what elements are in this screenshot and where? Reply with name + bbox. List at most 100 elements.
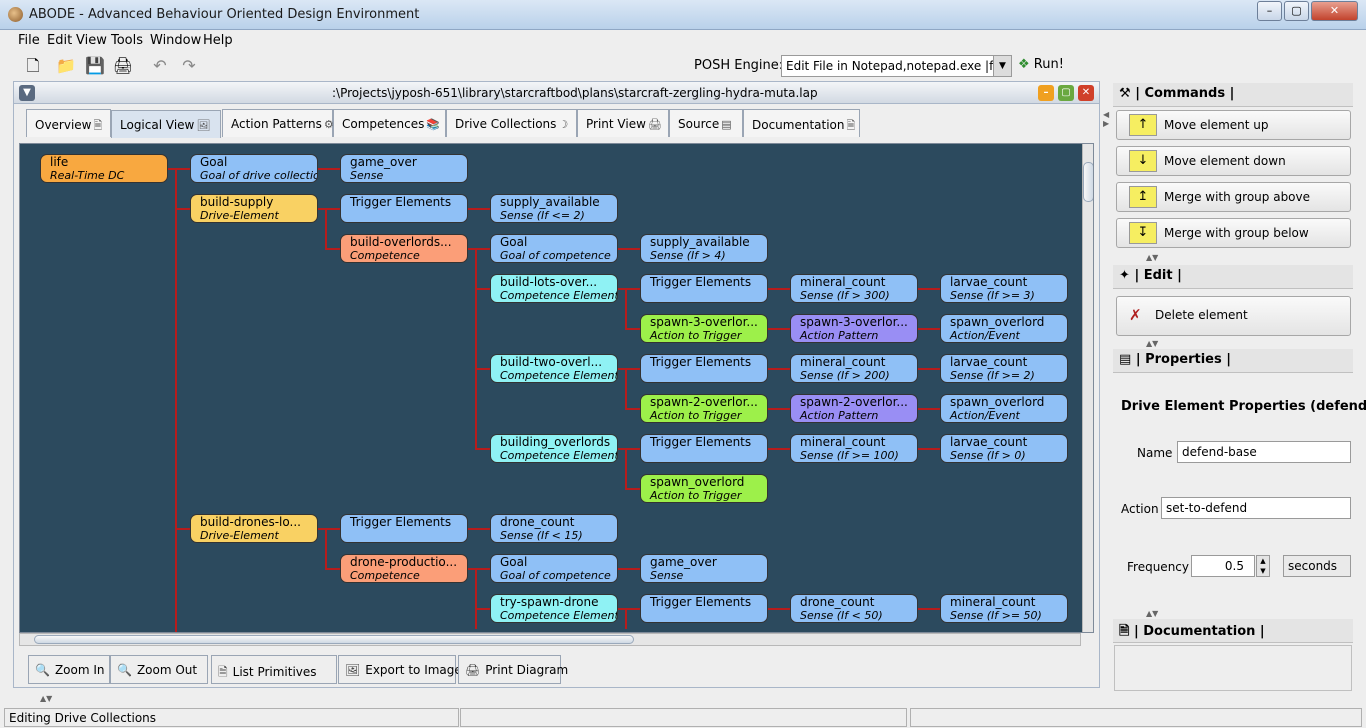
print-icon[interactable]: 🖨: [112, 56, 134, 76]
tab-logical-view[interactable]: Logical View 🖼: [111, 110, 221, 138]
frequency-spinner[interactable]: 0.5: [1191, 555, 1255, 577]
tree-node-trig2[interactable]: Trigger Elements: [640, 274, 768, 303]
tree-node-supply-avail1[interactable]: supply_available Sense (If <= 2): [490, 194, 618, 223]
redo-icon[interactable]: ↷: [178, 56, 200, 76]
tree-node-trig6[interactable]: Trigger Elements: [640, 594, 768, 623]
run-button[interactable]: ❖ Run!: [1018, 57, 1064, 72]
menu-help[interactable]: Help: [203, 33, 233, 48]
splitter-arrows-icon[interactable]: ▲▼: [40, 694, 52, 703]
tree-node-spawn-ov2[interactable]: spawn_overlord Action/Event: [940, 394, 1068, 423]
posh-engine-select[interactable]: Edit File in Notepad,notepad.exe |file| …: [781, 55, 1012, 77]
menu-tools[interactable]: Tools: [111, 33, 143, 48]
menu-edit[interactable]: Edit: [47, 33, 72, 48]
minimize-icon[interactable]: –: [1257, 1, 1282, 21]
tree-node-trig1[interactable]: Trigger Elements: [340, 194, 468, 223]
tab-drive-collections[interactable]: Drive Collections ☽: [446, 109, 577, 137]
splitter-arrows-icon[interactable]: ▲▼: [1146, 609, 1158, 618]
dropdown-arrow-icon[interactable]: ▼: [993, 56, 1011, 76]
tree-node-build-two[interactable]: build-two-overl... Competence Element: [490, 354, 618, 383]
tree-node-build-overlords[interactable]: build-overlords... Competence: [340, 234, 468, 263]
tree-node-life[interactable]: life Real-Time DC: [40, 154, 168, 183]
documentation-area[interactable]: [1114, 645, 1352, 691]
close-icon[interactable]: ✕: [1311, 1, 1358, 21]
tab-documentation[interactable]: Documentation 🗎: [743, 109, 860, 137]
tree-node-spawn-ov1[interactable]: spawn_overlord Action/Event: [940, 314, 1068, 343]
splitter-arrows-icon[interactable]: ▲▼: [1146, 253, 1158, 262]
tab-action-patterns[interactable]: Action Patterns ⚙: [222, 109, 334, 137]
unit-select[interactable]: seconds: [1283, 555, 1351, 577]
tree-node-spawn3ap[interactable]: spawn-3-overlor... Action Pattern: [790, 314, 918, 343]
doc-maximize-icon[interactable]: ▢: [1058, 85, 1074, 101]
node-type: Competence Element: [500, 449, 618, 462]
action-field[interactable]: set-to-defend: [1161, 497, 1351, 519]
tree-node-spawn2[interactable]: spawn-2-overlor... Action to Trigger: [640, 394, 768, 423]
tree-node-goal1[interactable]: Goal Goal of drive collection: [190, 154, 318, 183]
list-primitives-button[interactable]: 🗎 List Primitives: [211, 655, 337, 684]
node-label: Trigger Elements: [650, 595, 752, 609]
tree-node-larvae1[interactable]: larvae_count Sense (If >= 3): [940, 274, 1068, 303]
tree-node-drone-count2[interactable]: drone_count Sense (If < 50): [790, 594, 918, 623]
tree-node-mineral2[interactable]: mineral_count Sense (If > 200): [790, 354, 918, 383]
tree-node-goal2[interactable]: Goal Goal of competence: [490, 234, 618, 263]
tree-node-build-drones[interactable]: build-drones-lo... Drive-Element: [190, 514, 318, 543]
tab-competences[interactable]: Competences 📚: [333, 109, 446, 137]
tree-node-game-over1[interactable]: game_over Sense: [340, 154, 468, 183]
zoom-out-button[interactable]: 🔍 Zoom Out: [110, 655, 208, 684]
tree-node-drone-prod[interactable]: drone-productio... Competence: [340, 554, 468, 583]
doc-close-icon[interactable]: ✕: [1078, 85, 1094, 101]
tree-node-larvae3[interactable]: larvae_count Sense (If > 0): [940, 434, 1068, 463]
print-diagram-button[interactable]: 🖨 Print Diagram: [458, 655, 568, 684]
tree-node-spawn3[interactable]: spawn-3-overlor... Action to Trigger: [640, 314, 768, 343]
tree-node-build-lots[interactable]: build-lots-over... Competence Element: [490, 274, 618, 303]
tree-node-building-ov[interactable]: building_overlords Competence Element: [490, 434, 618, 463]
tree-node-trig4[interactable]: Trigger Elements: [640, 434, 768, 463]
tree-node-goal3[interactable]: Goal Goal of competence: [490, 554, 618, 583]
tree-node-spawn-ov3[interactable]: spawn_overlord Action to Trigger: [640, 474, 768, 503]
tree-node-trig3[interactable]: Trigger Elements: [640, 354, 768, 383]
horizontal-scroll-thumb[interactable]: [34, 635, 634, 644]
tree-node-build-supply[interactable]: build-supply Drive-Element: [190, 194, 318, 223]
tree-node-try-spawn[interactable]: try-spawn-drone Competence Element: [490, 594, 618, 623]
tree-node-larvae2[interactable]: larvae_count Sense (If >= 2): [940, 354, 1068, 383]
name-field[interactable]: defend-base: [1177, 441, 1351, 463]
merge-below-button[interactable]: ↧ Merge with group below: [1116, 218, 1351, 248]
tree-node-trig5[interactable]: Trigger Elements: [340, 514, 468, 543]
doc-minimize-icon[interactable]: –: [1038, 85, 1054, 101]
tree-node-drone-count1[interactable]: drone_count Sense (If < 15): [490, 514, 618, 543]
node-type: Competence Element: [500, 609, 618, 622]
merge-above-button[interactable]: ↥ Merge with group above: [1116, 182, 1351, 212]
tree-node-supply-avail2[interactable]: supply_available Sense (If > 4): [640, 234, 768, 263]
tree-node-spawn2ap[interactable]: spawn-2-overlor... Action Pattern: [790, 394, 918, 423]
vertical-scroll-thumb[interactable]: [1083, 162, 1093, 202]
move-down-button[interactable]: ↓ Move element down: [1116, 146, 1351, 176]
tree-node-mineral1[interactable]: mineral_count Sense (If > 300): [790, 274, 918, 303]
menu-file[interactable]: File: [18, 33, 40, 48]
zoom-in-button[interactable]: 🔍 Zoom In: [28, 655, 110, 684]
export-image-button[interactable]: 🖼 Export to Image: [338, 655, 462, 684]
move-up-button[interactable]: ↑ Move element up: [1116, 110, 1351, 140]
splitter-arrows-icon[interactable]: ◀ ▶: [1103, 110, 1109, 128]
tab-source[interactable]: Source ▤: [669, 109, 743, 137]
menu-view[interactable]: View: [76, 33, 107, 48]
node-label: Trigger Elements: [650, 435, 752, 449]
tree-node-game-over2[interactable]: game_over Sense: [640, 554, 768, 583]
tab-print-view[interactable]: Print View 🖨: [577, 109, 669, 137]
tree-node-mineral3[interactable]: mineral_count Sense (If >= 100): [790, 434, 918, 463]
tab-overview[interactable]: Overview 🗎: [26, 109, 111, 137]
node-label: Goal: [200, 155, 228, 169]
vertical-scrollbar[interactable]: [1082, 144, 1093, 632]
maximize-icon[interactable]: ▢: [1284, 1, 1309, 21]
system-menu-icon[interactable]: ▼: [19, 85, 35, 101]
new-file-icon[interactable]: 🗋: [22, 56, 44, 76]
tree-node-mineral4[interactable]: mineral_count Sense (If >= 50): [940, 594, 1068, 623]
open-folder-icon[interactable]: 📁: [55, 56, 77, 76]
diagram-canvas[interactable]: life Real-Time DC Goal Goal of drive collec…: [19, 143, 1094, 633]
undo-icon[interactable]: ↶: [149, 56, 171, 76]
spinner-arrows-icon[interactable]: ▲ ▼: [1256, 555, 1270, 577]
delete-element-button[interactable]: ✗ Delete element: [1116, 296, 1351, 336]
save-icon[interactable]: 💾: [84, 56, 106, 76]
menu-window[interactable]: Window: [150, 33, 201, 48]
node-type: Competence Element: [500, 369, 618, 382]
horizontal-scrollbar[interactable]: [19, 633, 1081, 646]
splitter-arrows-icon[interactable]: ▲▼: [1146, 339, 1158, 348]
